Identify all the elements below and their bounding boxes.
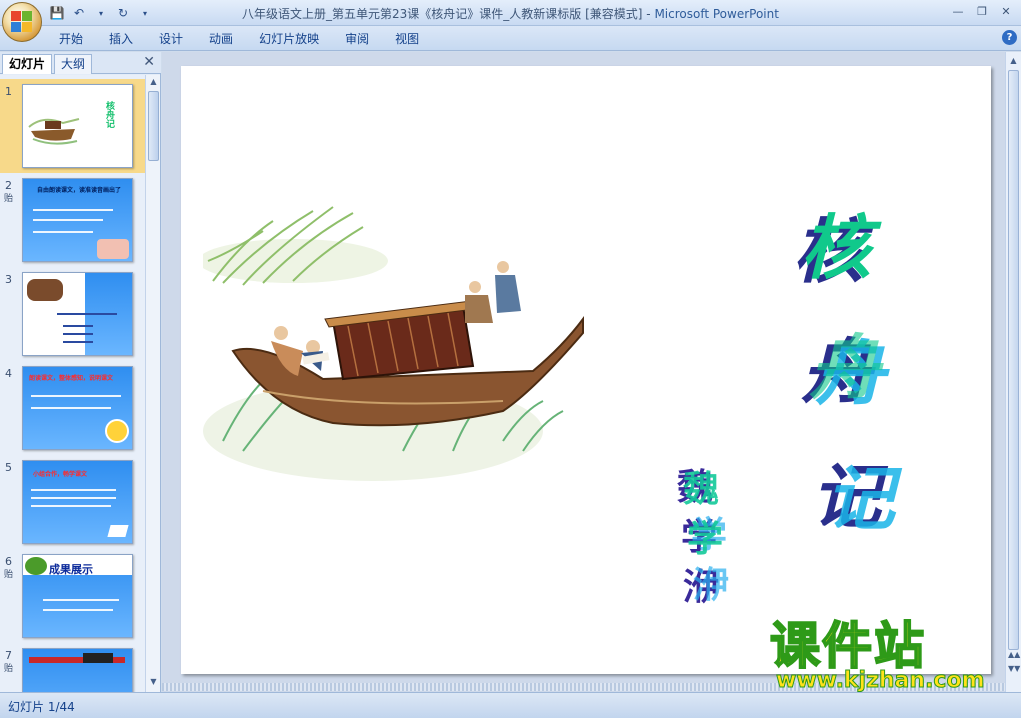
office-logo-icon (11, 11, 33, 33)
boat-illustration (203, 206, 584, 481)
thumb-picture (97, 239, 129, 259)
window-controls: — ❐ ✕ (947, 2, 1017, 20)
slide-thumbnail-image: 核舟记 (22, 84, 133, 168)
tree-icon (25, 557, 47, 575)
title-char-2: 舟 舟 舟 (801, 316, 891, 415)
thumb1-title: 核舟记 (104, 101, 114, 128)
thumb2-title: 自由朗读课文，读准读音画出了 (37, 187, 122, 194)
scrollbar-thumb[interactable] (1008, 70, 1019, 650)
window-title-app: Microsoft PowerPoint (654, 7, 779, 21)
slide-thumbnail-3[interactable]: 3 (0, 267, 145, 361)
author-char-layer: 洢 (693, 564, 730, 606)
watermark-brand: 课件站 (769, 617, 926, 675)
slide-editing-area: 核 核 舟 舟 舟 记 记 魏 魏 学 学 学 洢 洢 ▲ ▲▲ ▼▼ (162, 52, 1021, 692)
ribbon-tabs: 开始 插入 设计 动画 幻灯片放映 审阅 视图 (46, 30, 432, 48)
slide-animation-icon: 贻 (4, 570, 14, 580)
window-title-document: 八年级语文上册_第五单元第23课《核舟记》课件_人教新课标版 [兼容模式] (242, 7, 643, 21)
title-char-layer: 核 (801, 206, 871, 289)
tab-insert[interactable]: 插入 (96, 30, 146, 48)
next-slide-icon[interactable]: ▼▼ (1008, 664, 1020, 673)
pane-tabs: 幻灯片 大纲 ✕ (0, 52, 161, 74)
title-char-layer: 舟 (809, 326, 879, 409)
slide-thumbnail-4[interactable]: 4 朗读课文，整体感知，说明课文 (0, 361, 145, 455)
author-char-layer: 魏 (683, 468, 720, 510)
author-char-1: 魏 魏 (677, 458, 727, 510)
author-char-3: 洢 洢 (683, 558, 733, 608)
minimize-icon[interactable]: — (947, 2, 969, 20)
boat-thumbnail-icon (28, 118, 80, 145)
watermark-url: www.kjzhan.com (776, 668, 986, 694)
slide-number: 1 (5, 85, 12, 98)
slide-thumbnail-image: 小组合作，畅学课文 (22, 460, 133, 544)
slide-thumbnail-2[interactable]: 2 贻 自由朗读课文，读准读音画出了 (0, 173, 145, 267)
slide-counter: 幻灯片 1/44 (8, 700, 75, 714)
slide-thumbnail-6[interactable]: 6 贻 成果展示 (0, 549, 145, 643)
scroll-down-icon[interactable]: ▼ (148, 677, 159, 689)
office-button[interactable] (2, 2, 42, 42)
title-bar: 💾 ↶ ▾ ↻ ▾ 八年级语文上册_第五单元第23课《核舟记》课件_人教新课标版… (0, 0, 1021, 26)
title-char-3: 记 记 (811, 441, 901, 540)
title-char-layer: 记 (825, 457, 895, 540)
slide-thumbnail-5[interactable]: 5 小组合作，畅学课文 (0, 455, 145, 549)
book-icon (107, 525, 129, 537)
tab-view[interactable]: 视图 (382, 30, 432, 48)
window-title: 八年级语文上册_第五单元第23课《核舟记》课件_人教新课标版 [兼容模式] - … (0, 5, 1021, 22)
slide-number: 4 (5, 367, 12, 380)
tab-animations[interactable]: 动画 (196, 30, 246, 48)
slide-number: 3 (5, 273, 12, 286)
site-watermark: 课件站 www.kjzhan.com (769, 617, 1002, 694)
tab-design[interactable]: 设计 (146, 30, 196, 48)
title-char-1: 核 核 (793, 196, 883, 293)
slide-thumbnail-7[interactable]: 7 贻 (0, 643, 145, 692)
restore-icon[interactable]: ❐ (971, 2, 993, 20)
thumb5-title: 小组合作，畅学课文 (33, 471, 88, 478)
tab-review[interactable]: 审阅 (332, 30, 382, 48)
help-icon[interactable]: ? (1002, 30, 1017, 45)
slide-thumbnail-image: 自由朗读课文，读准读音画出了 (22, 178, 133, 262)
ribbon: 开始 插入 设计 动画 幻灯片放映 审阅 视图 ? (0, 26, 1021, 51)
tab-home[interactable]: 开始 (46, 30, 96, 48)
scroll-up-icon[interactable]: ▲ (1008, 56, 1019, 65)
slides-pane: 幻灯片 大纲 ✕ 1 核舟记 2 贻 自由朗读课文，读准读音画出了 3 4 朗读… (0, 52, 161, 692)
flower-icon (105, 419, 129, 443)
current-slide[interactable]: 核 核 舟 舟 舟 记 记 魏 魏 学 学 学 洢 洢 (181, 66, 991, 674)
scrollbar-thumb[interactable] (148, 91, 159, 161)
close-icon[interactable]: ✕ (995, 2, 1017, 20)
previous-slide-icon[interactable]: ▲▲ (1008, 650, 1020, 659)
thumb4-title: 朗读课文，整体感知，说明课文 (29, 375, 114, 382)
window-title-separator: - (642, 7, 655, 21)
slide-thumbnail-list: 1 核舟记 2 贻 自由朗读课文，读准读音画出了 3 4 朗读课文，整体感知，说… (0, 75, 145, 692)
slide-vertical-scrollbar[interactable]: ▲ ▲▲ ▼▼ (1005, 52, 1021, 692)
slide-thumbnail-image (22, 272, 133, 356)
tab-slides[interactable]: 幻灯片 (2, 54, 53, 74)
author-char-layer: 学 (687, 518, 724, 560)
scroll-up-icon[interactable]: ▲ (148, 77, 159, 89)
slide-thumbnail-image (22, 648, 133, 692)
slide-number: 5 (5, 461, 12, 474)
pane-close-icon[interactable]: ✕ (143, 54, 155, 70)
status-bar: 幻灯片 1/44 (0, 692, 1021, 718)
tab-slideshow[interactable]: 幻灯片放映 (246, 30, 332, 48)
slide-thumbnail-image: 朗读课文，整体感知，说明课文 (22, 366, 133, 450)
slides-pane-scrollbar[interactable]: ▲ ▼ (145, 75, 160, 692)
author-char-2: 学 学 学 (681, 508, 731, 560)
tab-outline[interactable]: 大纲 (54, 54, 93, 74)
thumb-picture (27, 279, 63, 301)
slide-animation-icon: 贻 (4, 664, 14, 674)
slide-animation-icon: 贻 (4, 194, 14, 204)
slide-thumbnail-image: 成果展示 (22, 554, 133, 638)
slide-thumbnail-1[interactable]: 1 核舟记 (0, 79, 145, 173)
thumb6-title: 成果展示 (49, 563, 93, 576)
